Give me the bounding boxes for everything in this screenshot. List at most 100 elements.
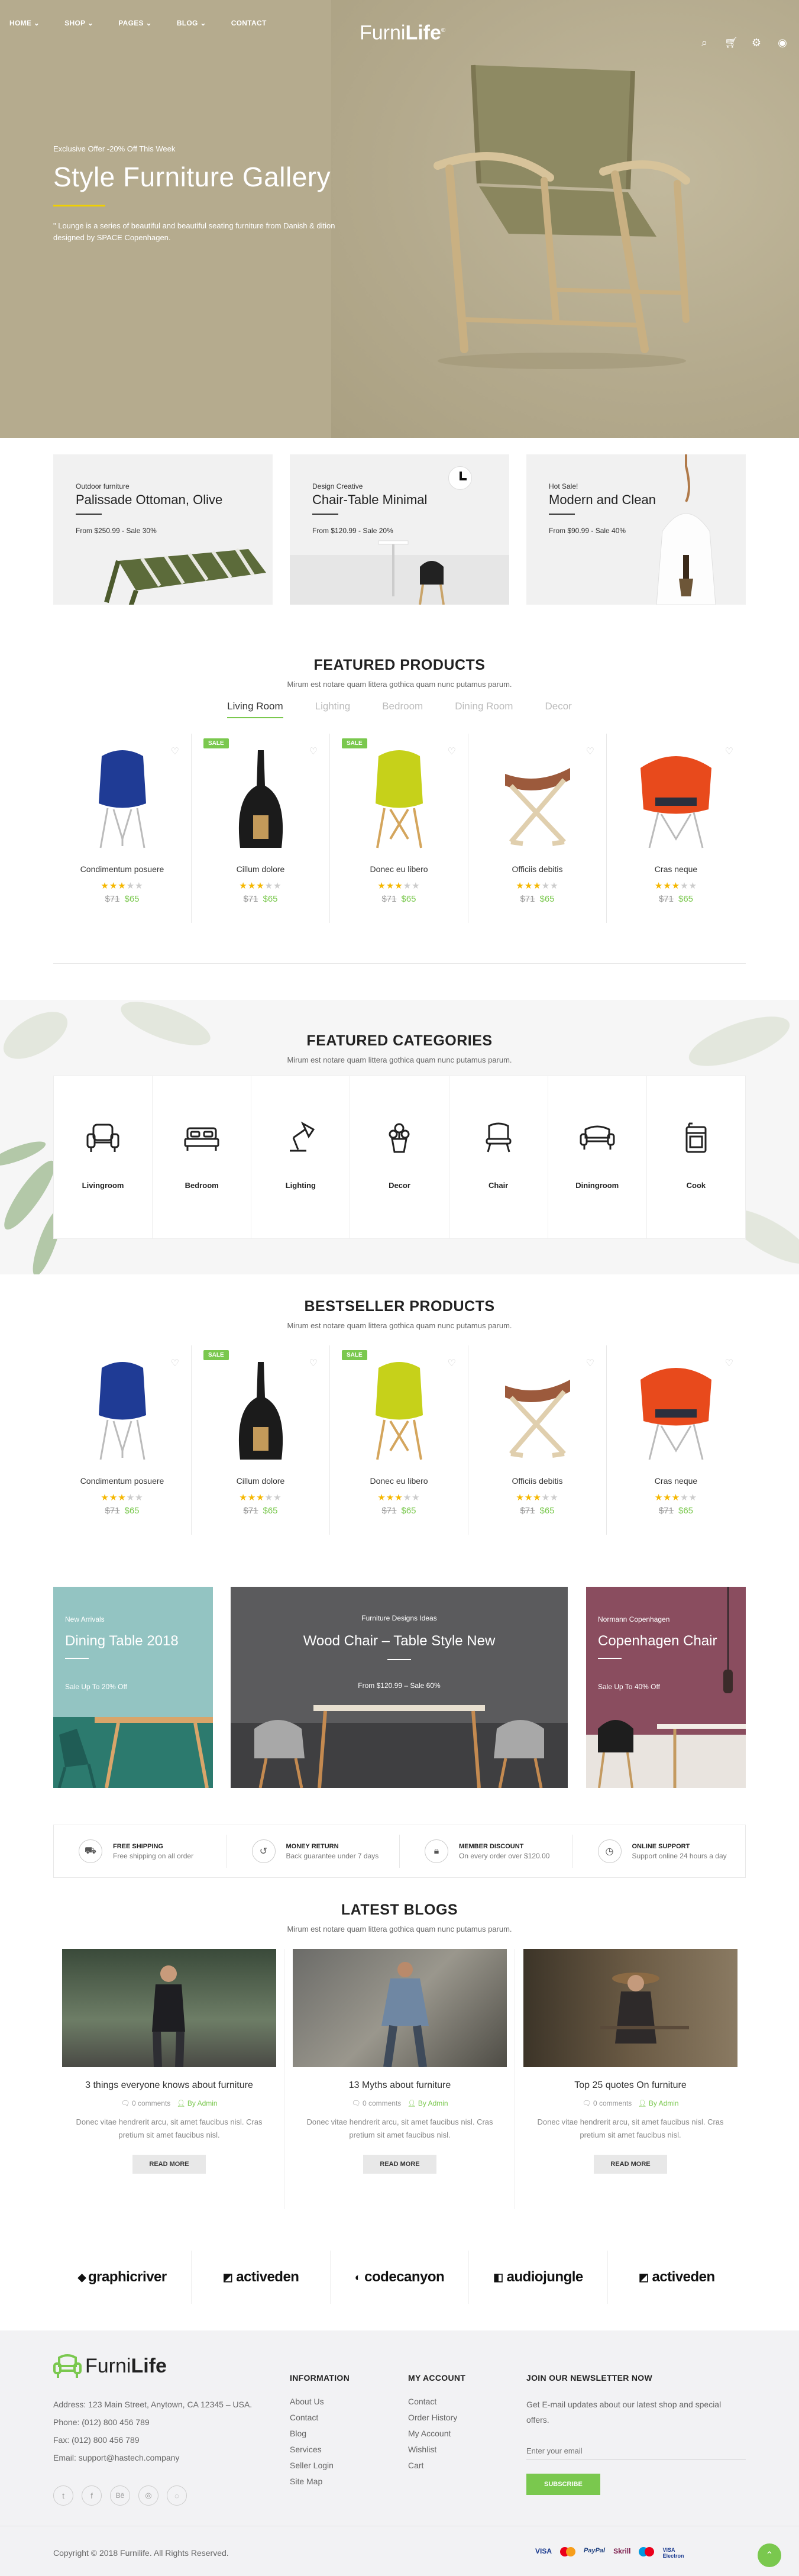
hero-offer: Exclusive Offer -20% Off This Week: [53, 144, 176, 153]
category-cook[interactable]: Cook: [647, 1076, 745, 1238]
footer-account: MY ACCOUNT Contact Order History My Acco…: [408, 2373, 466, 2470]
product-card[interactable]: ♡ Officiis debitis ★★★★★ $71 $65: [468, 1345, 607, 1535]
promo-card[interactable]: Outdoor furniture Palissade Ottoman, Oli…: [53, 454, 273, 605]
category-bedroom[interactable]: Bedroom: [153, 1076, 252, 1238]
clock-icon: ◷: [597, 1839, 622, 1863]
product-grid: ♡ Condimentum posuere ★★★★★ $71 $65 SALE …: [53, 1345, 746, 1535]
chair-table-image: [378, 540, 445, 605]
category-decor[interactable]: Decor: [350, 1076, 449, 1238]
category-livingroom[interactable]: Livingroom: [54, 1076, 153, 1238]
product-card[interactable]: ♡ Officiis debitis ★★★★★ $71 $65: [468, 734, 607, 923]
twitter-icon[interactable]: t: [53, 2485, 73, 2506]
tab-bedroom[interactable]: Bedroom: [382, 701, 423, 718]
nav-home[interactable]: HOME ⌄: [9, 19, 40, 27]
footer-link[interactable]: Order History: [408, 2413, 465, 2422]
hero-description: " Lounge is a series of beautiful and be…: [53, 221, 335, 242]
social-links: t f Bē ◎ ◌: [53, 2485, 187, 2506]
tab-living-room[interactable]: Living Room: [227, 701, 283, 718]
tab-lighting[interactable]: Lighting: [315, 701, 351, 718]
rating-stars: ★★★★★: [239, 881, 282, 891]
footer-information: INFORMATION About Us Contact Blog Servic…: [290, 2373, 350, 2486]
brand-logo[interactable]: ◩ activeden: [192, 2251, 331, 2304]
newsletter-email-input[interactable]: [526, 2443, 746, 2459]
blue-chair-image: [99, 750, 146, 848]
product-card[interactable]: SALE ♡ Donec eu libero ★★★★★ $71 $65: [330, 734, 468, 923]
footer-link[interactable]: Cart: [408, 2461, 465, 2470]
blog-title[interactable]: Top 25 quotes On furniture: [523, 2080, 737, 2091]
copyright: Copyright © 2018 Furnilife. All Rights R…: [53, 2548, 229, 2558]
read-more-button[interactable]: READ MORE: [594, 2155, 667, 2174]
footer-link[interactable]: Wishlist: [408, 2445, 465, 2454]
yellow-chair-image: [376, 750, 423, 848]
promo-card[interactable]: Design Creative Chair-Table Minimal From…: [290, 454, 509, 605]
brand-logo[interactable]: ◧ audiojungle: [469, 2251, 608, 2304]
blog-card: 3 things everyone knows about furniture …: [62, 1949, 276, 2174]
category-diningroom[interactable]: Diningroom: [548, 1076, 647, 1238]
sofa-icon: [580, 1125, 615, 1150]
nav-pages[interactable]: PAGES ⌄: [118, 19, 152, 27]
footer-link[interactable]: Contact: [290, 2413, 350, 2422]
product-card[interactable]: SALE ♡ Cillum dolore ★★★★★ $71 $65: [192, 1345, 330, 1535]
rating-stars: ★★★★★: [101, 1493, 144, 1503]
bestseller-section: BESTSELLER PRODUCTS Mirum est notare qua…: [0, 1274, 799, 1570]
product-card[interactable]: ♡ Condimentum posuere ★★★★★ $71 $65: [53, 1345, 192, 1535]
promo-section: Outdoor furniture Palissade Ottoman, Oli…: [0, 438, 799, 657]
nav-shop[interactable]: SHOP ⌄: [64, 19, 93, 27]
blog-image[interactable]: [523, 1949, 737, 2067]
nav-blog[interactable]: BLOG ⌄: [177, 19, 206, 27]
banner-copenhagen-chair[interactable]: Normann Copenhagen Copenhagen Chair Sale…: [586, 1587, 746, 1788]
footer-link[interactable]: My Account: [408, 2429, 465, 2438]
product-card[interactable]: SALE ♡ Cillum dolore ★★★★★ $71 $65: [192, 734, 330, 923]
brand-logo[interactable]: ◩ activeden: [608, 2251, 746, 2304]
promo-card[interactable]: Hot Sale! Modern and Clean From $90.99 -…: [526, 454, 746, 605]
rating-stars: ★★★★★: [239, 1493, 282, 1503]
rating-stars: ★★★★★: [654, 881, 698, 891]
product-card[interactable]: ♡ Cras neque ★★★★★ $71 $65: [607, 1345, 745, 1535]
lock-icon: 🔒︎: [425, 1839, 448, 1863]
skrill-icon: Skrill: [613, 2547, 631, 2555]
footer-link[interactable]: Services: [290, 2445, 350, 2454]
blog-title[interactable]: 13 Myths about furniture: [293, 2080, 507, 2091]
promo-title: Chair-Table Minimal: [312, 492, 428, 507]
section-title: BESTSELLER PRODUCTS: [304, 1298, 495, 1315]
banner-title: Dining Table 2018: [65, 1633, 179, 1649]
behance-icon[interactable]: Bē: [110, 2485, 130, 2506]
category-chair[interactable]: Chair: [449, 1076, 548, 1238]
banner-dining-table[interactable]: New Arrivals Dining Table 2018 Sale Up T…: [53, 1587, 213, 1788]
brand-strip: ◆ graphicriver ◩ activeden ◐ codecanyon ◧ au…: [53, 2251, 746, 2304]
footer-link[interactable]: Contact: [408, 2397, 465, 2406]
subscribe-button[interactable]: SUBSCRIBE: [526, 2474, 600, 2495]
dribbble-icon[interactable]: ◎: [138, 2485, 158, 2506]
orange-chair-image: [641, 756, 711, 848]
tab-decor[interactable]: Decor: [545, 701, 571, 718]
blog-image[interactable]: [293, 1949, 507, 2067]
footer-logo[interactable]: Furni Life: [53, 2353, 167, 2379]
read-more-button[interactable]: READ MORE: [363, 2155, 436, 2174]
brand-logo[interactable]: ◆ graphicriver: [53, 2251, 192, 2304]
section-title: LATEST BLOGS: [341, 1902, 458, 1918]
rss-icon[interactable]: ◌: [167, 2485, 187, 2506]
product-card[interactable]: SALE ♡ Donec eu libero ★★★★★ $71 $65: [330, 1345, 468, 1535]
bed-icon: [184, 1127, 219, 1151]
banner-wood-chair[interactable]: Furniture Designs Ideas Wood Chair – Tab…: [231, 1587, 568, 1788]
blog-image[interactable]: [62, 1949, 276, 2067]
facebook-icon[interactable]: f: [82, 2485, 102, 2506]
hero-section: HOME ⌄ SHOP ⌄ PAGES ⌄ BLOG ⌄ CONTACT Fur…: [0, 0, 799, 438]
footer-link[interactable]: Blog: [290, 2429, 350, 2438]
product-card[interactable]: ♡ Cras neque ★★★★★ $71 $65: [607, 734, 745, 923]
read-more-button[interactable]: READ MORE: [132, 2155, 206, 2174]
nav-contact[interactable]: CONTACT: [231, 19, 267, 27]
blue-chair-image: [99, 1362, 146, 1460]
tab-dining-room[interactable]: Dining Room: [455, 701, 513, 718]
footer-link[interactable]: Site Map: [290, 2477, 350, 2486]
scroll-top-button[interactable]: ⌃: [758, 2543, 781, 2567]
product-card[interactable]: ♡ Condimentum posuere ★★★★★ $71 $65: [53, 734, 192, 923]
service-item: ⛟ FREE SHIPPING Free shipping on all orde…: [54, 1835, 227, 1868]
banner-title: Copenhagen Chair: [598, 1633, 717, 1649]
blog-title[interactable]: 3 things everyone knows about furniture: [62, 2080, 276, 2091]
footer-link[interactable]: Seller Login: [290, 2461, 350, 2470]
service-strip: ⛟ FREE SHIPPING Free shipping on all orde…: [53, 1825, 746, 1878]
footer-link[interactable]: About Us: [290, 2397, 350, 2406]
brand-logo[interactable]: ◐ codecanyon: [331, 2251, 470, 2304]
category-lighting[interactable]: Lighting: [251, 1076, 351, 1238]
